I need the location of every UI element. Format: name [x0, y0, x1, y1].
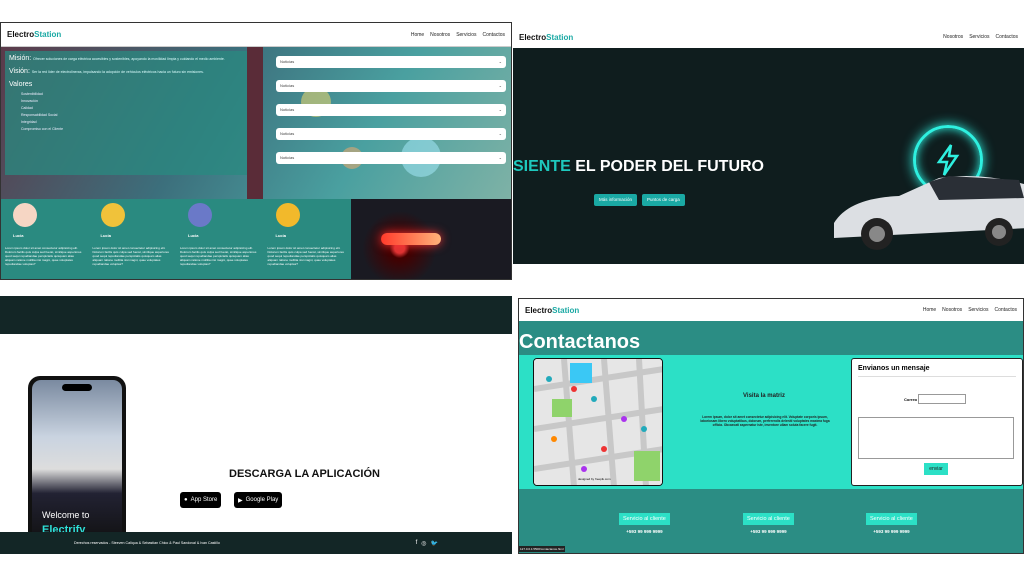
- nav-servicios[interactable]: Servicios: [456, 32, 476, 38]
- download-title: DESCARGA LA APLICACIÓN: [229, 468, 380, 480]
- map-image[interactable]: designed by freepik.com: [533, 358, 663, 486]
- visita-text: Lorem ipsum, dolor sit amet consectetur …: [700, 415, 830, 427]
- list-item: Integridad: [21, 120, 37, 124]
- mision-box: Misión: Ofrecer soluciones de carga eléc…: [5, 51, 247, 175]
- download-panel: Welcome to Electrify DESCARGA LA APLICAC…: [0, 296, 512, 554]
- status-url: 127.0.0.1:5500/contactanos.html: [519, 546, 565, 552]
- avatar: [275, 203, 300, 227]
- noticias-select[interactable]: Noticias ⌄: [276, 56, 506, 68]
- avatar: [188, 203, 212, 227]
- team-card: Lucia Lorem ipsum dolor sit amet consecte…: [264, 199, 352, 279]
- correo-label: Correo: [904, 397, 918, 402]
- twitter-icon[interactable]: 🐦: [431, 540, 438, 547]
- logo[interactable]: ElectroStation: [7, 30, 61, 39]
- team-card: Lucia Lorem ipsum dolor sit amet consecte…: [1, 199, 89, 279]
- apple-icon: ●: [184, 497, 188, 503]
- dark-band: [0, 296, 512, 334]
- mas-informacion-button[interactable]: Más información: [594, 194, 638, 206]
- nav-nosotros[interactable]: Nosotros: [942, 307, 962, 313]
- welcome-text: Welcome to: [42, 510, 90, 520]
- team-cards: Lucia Lorem ipsum dolor sit amet consecte…: [1, 199, 352, 279]
- list-item: Compromiso con el Cliente: [21, 127, 64, 131]
- email-field[interactable]: [918, 394, 966, 404]
- visita-heading: Visita la matriz: [743, 393, 785, 399]
- team-card: Lucia Lorem ipsum dolor sit amet consecte…: [176, 199, 264, 279]
- contact-section: designed by freepik.com Visita la matriz…: [519, 355, 1023, 489]
- play-icon: ▶: [238, 497, 243, 504]
- noticias-select[interactable]: Noticias ⌄: [276, 152, 506, 164]
- list-item: Responsabilidad Social: [21, 113, 58, 117]
- page-title: Contactanos: [519, 331, 641, 353]
- about-hero: Misión: Ofrecer soluciones de carga eléc…: [1, 47, 511, 199]
- divider: [247, 47, 263, 199]
- app-store-button[interactable]: ● App Store: [180, 492, 222, 508]
- form-heading: Envianos un mensaje: [858, 365, 1016, 377]
- servicio-button[interactable]: Servicio al cliente: [866, 513, 917, 525]
- navbar: ElectroStation Home Nosotros Servicios C…: [519, 299, 1023, 321]
- map-credit: designed by freepik.com: [578, 477, 611, 481]
- logo[interactable]: ElectroStation: [519, 33, 573, 42]
- contact-panel: ElectroStation Home Nosotros Servicios C…: [518, 298, 1024, 554]
- chevron-down-icon: ⌄: [498, 83, 502, 88]
- servicio-button[interactable]: Servicio al cliente: [743, 513, 794, 525]
- servicio-button[interactable]: Servicio al cliente: [619, 513, 670, 525]
- service-item: Servicio al cliente +593 99 999 9999: [743, 507, 794, 534]
- navbar: ElectroStation Home Nosotros Servicios C…: [1, 23, 511, 47]
- message-textarea[interactable]: [858, 417, 1014, 459]
- nav-servicios[interactable]: Servicios: [968, 307, 988, 313]
- nav-servicios[interactable]: Servicios: [969, 34, 989, 40]
- noticias-select[interactable]: Noticias ⌄: [276, 80, 506, 92]
- list-item: Innovación: [21, 99, 38, 103]
- service-item: Servicio al cliente +593 99 999 9999: [619, 507, 670, 534]
- car-image: [834, 176, 1024, 250]
- valores-heading: Valores: [9, 81, 33, 88]
- nav-home[interactable]: Home: [411, 32, 424, 38]
- car-taillight-image: [351, 199, 511, 279]
- phone-mockup: Welcome to Electrify: [28, 376, 126, 546]
- contact-form: Envianos un mensaje Correo enviar: [851, 358, 1023, 486]
- puntos-de-carga-button[interactable]: Puntos de carga: [642, 194, 685, 206]
- hero-banner: SIENTE EL PODER DEL FUTURO Más informaci…: [513, 48, 1024, 264]
- chevron-down-icon: ⌄: [498, 59, 502, 64]
- logo[interactable]: ElectroStation: [525, 306, 579, 315]
- footer-credits: Derechos reservados - Steeven Caliqua & …: [74, 541, 220, 545]
- noticias-select[interactable]: Noticias ⌄: [276, 128, 506, 140]
- mision-text: Ofrecer soluciones de carga eléctrica ac…: [33, 57, 225, 61]
- nav-contactos[interactable]: Contactos: [994, 307, 1017, 313]
- facebook-icon[interactable]: f: [416, 540, 418, 547]
- vision-heading: Visión:: [9, 68, 30, 75]
- list-item: Sostenibilidad: [21, 92, 43, 96]
- vision-text: Ser la red líder de electrolineras, impu…: [31, 70, 204, 74]
- nav-contactos[interactable]: Contactos: [995, 34, 1018, 40]
- about-panel: ElectroStation Home Nosotros Servicios C…: [0, 22, 512, 280]
- mision-heading: Misión:: [9, 55, 32, 62]
- service-item: Servicio al cliente +593 99 999 9999: [866, 507, 917, 534]
- nav-contactos[interactable]: Contactos: [482, 32, 505, 38]
- hero-title: SIENTE EL PODER DEL FUTURO: [513, 158, 764, 175]
- chevron-down-icon: ⌄: [498, 107, 502, 112]
- avatar: [100, 203, 125, 227]
- nav-home[interactable]: Home: [923, 307, 936, 313]
- valores-list: Sostenibilidad Innovación Calidad Respon…: [9, 92, 243, 131]
- noticias-select[interactable]: Noticias ⌄: [276, 104, 506, 116]
- chevron-down-icon: ⌄: [498, 155, 502, 160]
- google-play-button[interactable]: ▶ Google Play: [234, 492, 283, 508]
- instagram-icon[interactable]: ◎: [421, 540, 426, 547]
- team-card: Lucia Lorem ipsum dolor sit amet consecte…: [89, 199, 177, 279]
- nav-nosotros[interactable]: Nosotros: [430, 32, 450, 38]
- nav-nosotros[interactable]: Nosotros: [943, 34, 963, 40]
- navbar: ElectroStation Nosotros Servicios Contac…: [513, 26, 1024, 48]
- hero-panel: ElectroStation Nosotros Servicios Contac…: [513, 26, 1024, 264]
- avatar: [13, 203, 37, 227]
- enviar-button[interactable]: enviar: [924, 463, 948, 475]
- footer: Derechos reservados - Steeven Caliqua & …: [0, 532, 512, 554]
- chevron-down-icon: ⌄: [498, 131, 502, 136]
- list-item: Calidad: [21, 106, 33, 110]
